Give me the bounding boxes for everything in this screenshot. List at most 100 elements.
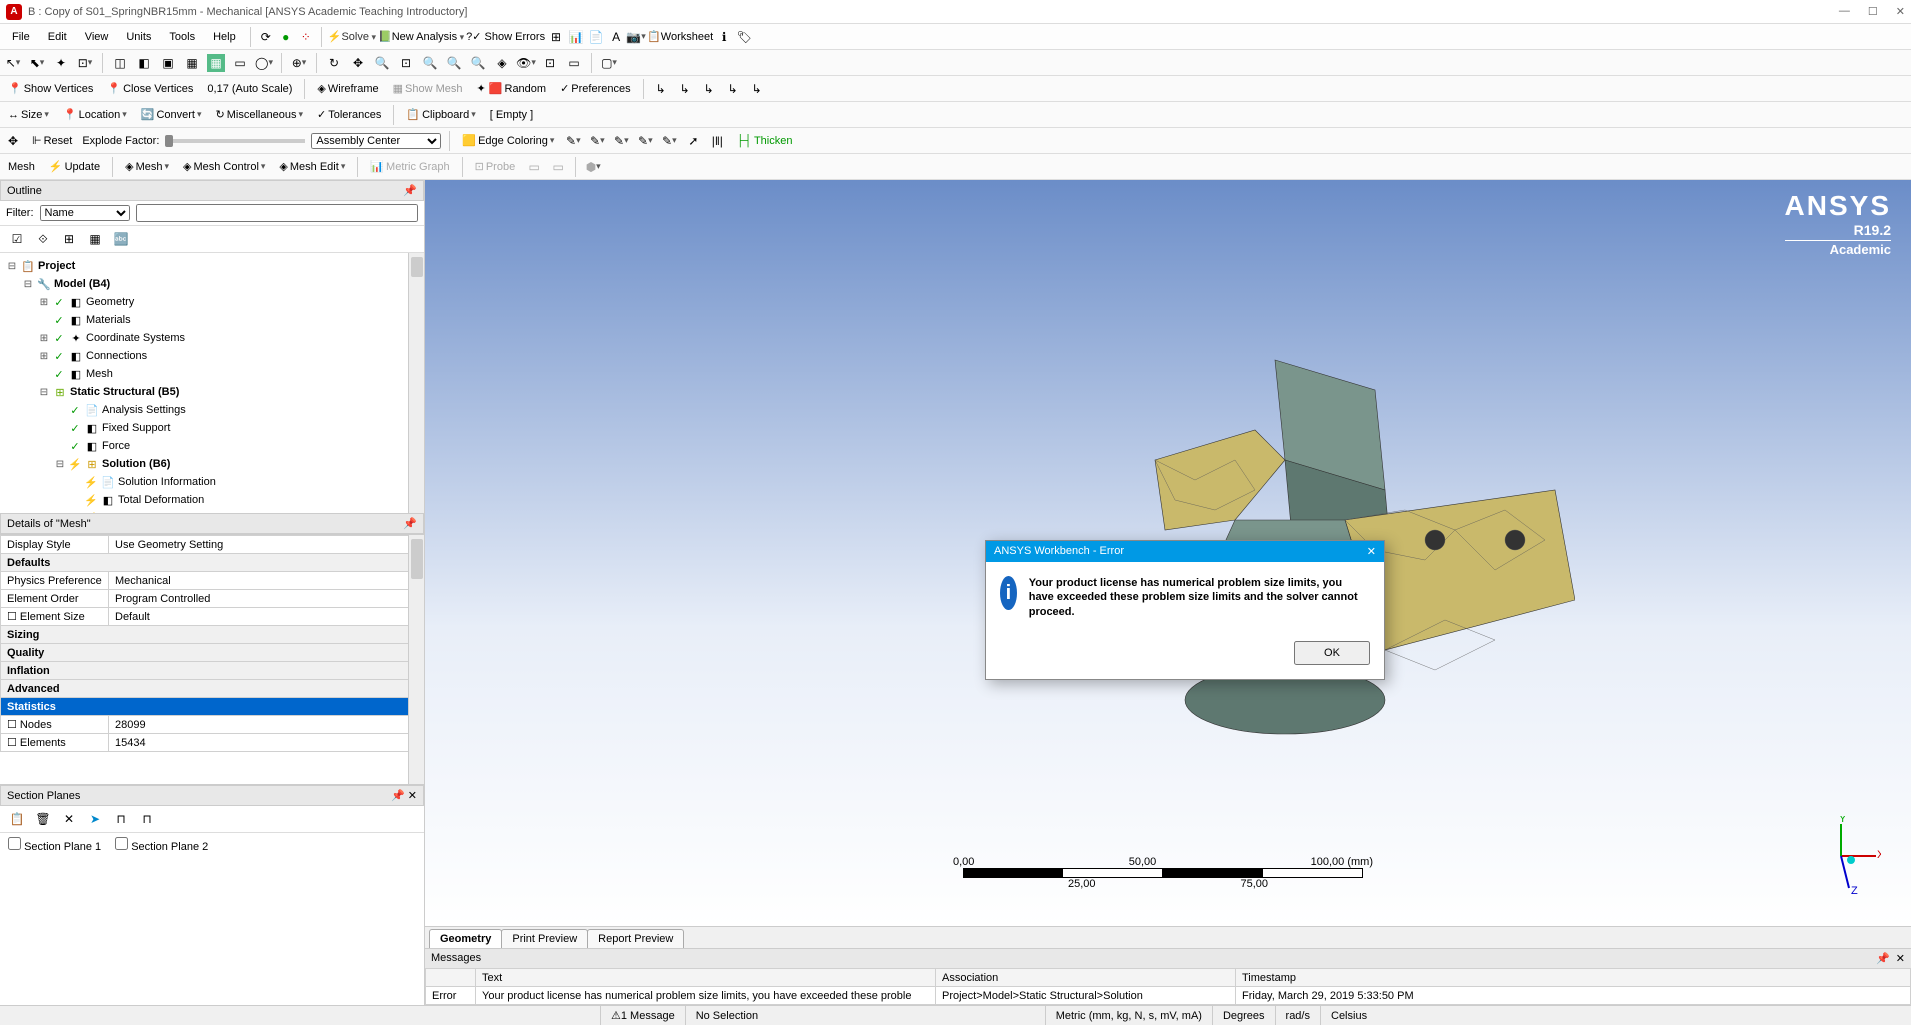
menu-tools[interactable]: Tools bbox=[161, 28, 203, 46]
tree-item[interactable]: ⚡◧Total Deformation bbox=[0, 491, 424, 509]
tree-item[interactable]: ✓◧Fixed Support bbox=[0, 419, 424, 437]
arrow-icon[interactable]: ➚ bbox=[684, 132, 702, 150]
edge5-icon[interactable]: ✎ bbox=[660, 132, 678, 150]
zoom-fit-icon[interactable]: ⊡ bbox=[397, 54, 415, 72]
sp-arrow-icon[interactable]: ➤ bbox=[86, 810, 104, 828]
lasso-icon[interactable]: ◯ bbox=[255, 54, 273, 72]
msg-col-time[interactable]: Timestamp bbox=[1236, 969, 1911, 987]
info-icon[interactable]: ℹ bbox=[715, 28, 733, 46]
details-category[interactable]: Sizing bbox=[1, 626, 424, 644]
annot1-icon[interactable]: ↳ bbox=[652, 80, 670, 98]
metric-graph-button[interactable]: 📊Metric Graph bbox=[366, 158, 453, 175]
details-category[interactable]: Quality bbox=[1, 644, 424, 662]
face-icon[interactable]: ◫ bbox=[111, 54, 129, 72]
solve-button[interactable]: ⚡Solve bbox=[328, 30, 376, 43]
tree-ico5[interactable]: 🔤 bbox=[112, 230, 130, 248]
details-value[interactable]: 28099 bbox=[109, 716, 424, 734]
close-button[interactable]: ✕ bbox=[1896, 5, 1905, 18]
thicken-button[interactable]: ├┤Thicken bbox=[732, 133, 796, 149]
node-icon[interactable]: ▦ bbox=[183, 54, 201, 72]
refresh-icon[interactable]: ⟳ bbox=[257, 28, 275, 46]
tree-item[interactable]: ⊞✓✦Coordinate Systems bbox=[0, 329, 424, 347]
new-analysis-button[interactable]: 📗New Analysis bbox=[378, 30, 464, 43]
zoom-in-icon[interactable]: 🔍 bbox=[373, 54, 391, 72]
menu-help[interactable]: Help bbox=[205, 28, 244, 46]
tree-item[interactable]: ⚡◧Equivalent Stress bbox=[0, 509, 424, 513]
rec2-icon[interactable]: ▭ bbox=[549, 158, 567, 176]
body-icon[interactable]: ▣ bbox=[159, 54, 177, 72]
menu-file[interactable]: File bbox=[4, 28, 38, 46]
msg-col-type[interactable] bbox=[426, 969, 476, 987]
mesh-button[interactable]: ◈Mesh bbox=[121, 158, 173, 175]
show-errors-button[interactable]: ?✓ Show Errors bbox=[466, 30, 545, 43]
minimize-button[interactable]: — bbox=[1839, 5, 1850, 18]
tab-print-preview[interactable]: Print Preview bbox=[501, 929, 588, 948]
outline-tree[interactable]: ⊟📋Project⊟🔧Model (B4)⊞✓◧Geometry✓◧Materi… bbox=[0, 253, 424, 513]
grid-icon[interactable]: ⊞ bbox=[547, 28, 565, 46]
tag-icon[interactable]: 🏷 bbox=[735, 28, 753, 46]
random-colors-button[interactable]: ✦ 🟥Random bbox=[473, 80, 551, 97]
tree-ico4[interactable]: ▦ bbox=[86, 230, 104, 248]
details-value[interactable]: Default bbox=[109, 608, 424, 626]
menu-view[interactable]: View bbox=[77, 28, 117, 46]
details-scrollbar[interactable] bbox=[408, 535, 424, 784]
assembly-icon[interactable]: ✥ bbox=[4, 132, 22, 150]
tab-report-preview[interactable]: Report Preview bbox=[587, 929, 684, 948]
details-value[interactable]: 15434 bbox=[109, 734, 424, 752]
assembly-center-select[interactable]: Assembly Center bbox=[311, 133, 441, 149]
details-value[interactable]: Program Controlled bbox=[109, 590, 424, 608]
convert-button[interactable]: 🔄Convert bbox=[137, 106, 206, 123]
rec1-icon[interactable]: ▭ bbox=[525, 158, 543, 176]
shape-icon[interactable]: ⬢ bbox=[584, 158, 602, 176]
pan-icon[interactable]: ✥ bbox=[349, 54, 367, 72]
tree-ico3[interactable]: ⊞ bbox=[60, 230, 78, 248]
tree-scrollbar[interactable] bbox=[408, 253, 424, 513]
xyz-icon[interactable]: ✦ bbox=[52, 54, 70, 72]
annot5-icon[interactable]: ↳ bbox=[748, 80, 766, 98]
text-icon[interactable]: A bbox=[607, 28, 625, 46]
tree-item[interactable]: ✓📄Analysis Settings bbox=[0, 401, 424, 419]
view-icon[interactable]: 👁 bbox=[517, 54, 535, 72]
tree-item[interactable]: ⊟⚡⊞Solution (B6) bbox=[0, 455, 424, 473]
status-temp[interactable]: Celsius bbox=[1320, 1006, 1377, 1025]
tree-item[interactable]: ⊟🔧Model (B4) bbox=[0, 275, 424, 293]
details-category[interactable]: Advanced bbox=[1, 680, 424, 698]
tree-item[interactable]: ✓◧Mesh bbox=[0, 365, 424, 383]
cursor-icon[interactable]: ↖ bbox=[4, 54, 22, 72]
section-plane-1[interactable]: Section Plane 1 bbox=[8, 837, 101, 853]
edge4-icon[interactable]: ✎ bbox=[636, 132, 654, 150]
status-messages[interactable]: ⚠ 1 Message bbox=[600, 1006, 685, 1025]
details-value[interactable]: Use Geometry Setting bbox=[109, 536, 424, 554]
status-degrees[interactable]: Degrees bbox=[1212, 1006, 1275, 1025]
maximize-button[interactable]: ☐ bbox=[1868, 5, 1878, 18]
dots-icon[interactable]: ⁘ bbox=[297, 28, 315, 46]
location-button[interactable]: 📍Location bbox=[59, 106, 131, 123]
prev-view-icon[interactable]: 🔍 bbox=[469, 54, 487, 72]
messages-close-icon[interactable]: ✕ bbox=[1896, 952, 1905, 965]
annot4-icon[interactable]: ↳ bbox=[724, 80, 742, 98]
details-value[interactable]: Mechanical bbox=[109, 572, 424, 590]
status-rad[interactable]: rad/s bbox=[1275, 1006, 1320, 1025]
extend-icon[interactable]: ⊕ bbox=[290, 54, 308, 72]
cursor2-icon[interactable]: ⬉ bbox=[28, 54, 46, 72]
probe-button[interactable]: ⊡Probe bbox=[471, 158, 520, 175]
sp-i2-icon[interactable]: ⊓ bbox=[138, 810, 156, 828]
sp-del-icon[interactable]: 🗑 bbox=[34, 810, 52, 828]
reset-button[interactable]: ⊩Reset bbox=[28, 132, 76, 149]
section-pin-icon[interactable]: 📌 ✕ bbox=[391, 789, 417, 802]
details-category[interactable]: Defaults bbox=[1, 554, 424, 572]
edge-icon[interactable]: ◧ bbox=[135, 54, 153, 72]
wireframe-button[interactable]: ◈Wireframe bbox=[313, 80, 382, 97]
dialog-titlebar[interactable]: ANSYS Workbench - Error ✕ bbox=[986, 541, 1384, 562]
sp-new-icon[interactable]: 📋 bbox=[8, 810, 26, 828]
explode-slider[interactable] bbox=[165, 139, 305, 143]
tab-geometry[interactable]: Geometry bbox=[429, 929, 502, 948]
annot2-icon[interactable]: ↳ bbox=[676, 80, 694, 98]
messages-pin-icon[interactable]: 📌 bbox=[1876, 952, 1890, 965]
filter-input[interactable] bbox=[136, 204, 419, 222]
message-row[interactable]: Error Your product license has numerical… bbox=[426, 987, 1911, 1005]
mag-icon[interactable]: 🔍 bbox=[445, 54, 463, 72]
show-mesh-button[interactable]: ▦Show Mesh bbox=[389, 80, 467, 97]
filter-select[interactable]: Name bbox=[40, 205, 130, 221]
auto-scale[interactable]: 0,17 (Auto Scale) bbox=[203, 81, 296, 97]
